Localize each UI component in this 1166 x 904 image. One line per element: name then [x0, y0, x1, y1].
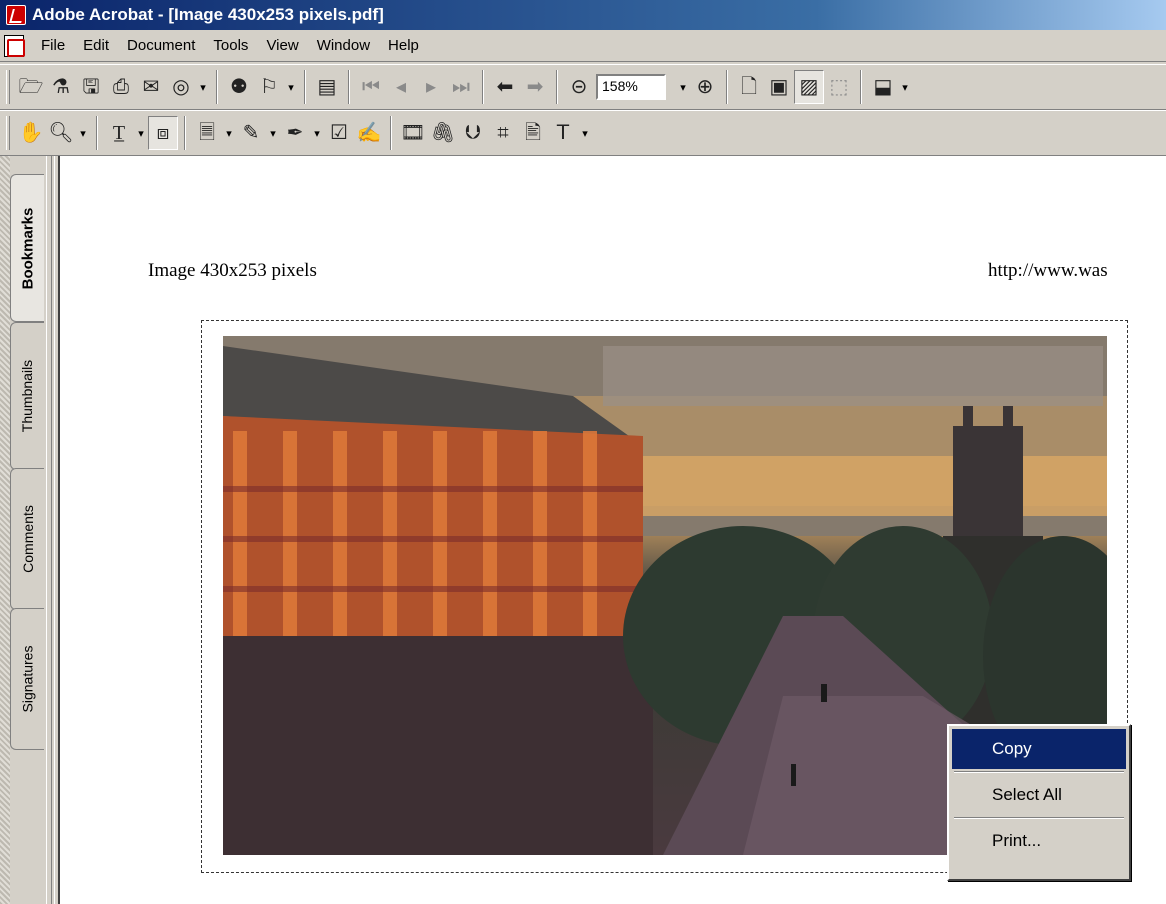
highlight-tool-dropdown-icon[interactable]: ▾	[310, 116, 324, 150]
sign-tool-icon[interactable]: ✍	[354, 116, 384, 150]
tab-bookmarks[interactable]: Bookmarks	[10, 174, 44, 322]
fit-visible-icon[interactable]: ⬚	[824, 70, 854, 104]
link-tool-icon[interactable]: 🖇	[428, 116, 458, 150]
context-menu: Copy Select All Print...	[947, 724, 1131, 881]
tab-label: Comments	[19, 505, 36, 573]
menu-file[interactable]: File	[32, 35, 74, 56]
go-forward-icon[interactable]: ➡	[520, 70, 550, 104]
rotate-view-icon[interactable]: ⬓	[868, 70, 898, 104]
context-menu-separator	[954, 771, 1124, 773]
first-page-icon[interactable]: ⏮	[356, 70, 386, 104]
text-select-dropdown-icon[interactable]: ▾	[134, 116, 148, 150]
form-tool-icon[interactable]: 🖹	[518, 116, 548, 150]
context-menu-select-all[interactable]: Select All	[952, 775, 1126, 815]
next-page-icon[interactable]: ▸	[416, 70, 446, 104]
pane-splitter[interactable]	[46, 156, 60, 904]
hand-tool-icon[interactable]: ✋	[16, 116, 46, 150]
menu-bar: File Edit Document Tools View Window Hel…	[0, 30, 1166, 62]
paper-capture-icon[interactable]: ◎	[166, 70, 196, 104]
actual-size-icon[interactable]: 🗋	[734, 70, 764, 104]
toolbar-grip[interactable]	[6, 116, 10, 150]
context-menu-separator	[954, 817, 1124, 819]
open-web-page-icon[interactable]: ⚗	[46, 70, 76, 104]
spell-check-icon[interactable]: ☑	[324, 116, 354, 150]
tools-toolbar: ✋ 🔍︎ ▾ T̲ ▾ ⧈ 🗏 ▾ ✎ ▾ ✒ ▾ ☑ ✍ 🎞 🖇 ⮋ ⌗ 🖹 …	[0, 110, 1166, 156]
printer-icon[interactable]: ⎙	[106, 70, 136, 104]
tab-label: Thumbnails	[19, 359, 36, 433]
note-tool-icon[interactable]: 🗏	[192, 116, 222, 150]
text-select-tool-icon[interactable]: T̲	[104, 116, 134, 150]
binoculars-icon[interactable]: ⚉	[224, 70, 254, 104]
acrobat-app-icon[interactable]	[6, 5, 26, 25]
article-tool-icon[interactable]: ⮋	[458, 116, 488, 150]
tab-thumbnails[interactable]: Thumbnails	[10, 322, 44, 470]
search-icon[interactable]: ⚐	[254, 70, 284, 104]
tab-comments[interactable]: Comments	[10, 468, 44, 610]
touchup-dropdown-icon[interactable]: ▾	[578, 116, 592, 150]
menu-edit[interactable]: Edit	[74, 35, 118, 56]
rotate-dropdown-icon[interactable]: ▾	[898, 70, 912, 104]
menu-document[interactable]: Document	[118, 35, 204, 56]
movie-tool-icon[interactable]: 🎞	[398, 116, 428, 150]
pane-strip	[0, 156, 10, 904]
menu-view[interactable]: View	[257, 35, 307, 56]
paper-capture-dropdown-icon[interactable]: ▾	[196, 70, 210, 104]
navigation-pane: Bookmarks Thumbnails Comments Signatures	[0, 156, 46, 904]
page-header-title: Image 430x253 pixels	[148, 260, 317, 281]
context-menu-print[interactable]: Print...	[952, 821, 1126, 861]
zoom-dropdown-icon[interactable]: ▾	[676, 70, 690, 104]
menu-help[interactable]: Help	[379, 35, 428, 56]
document-icon[interactable]	[4, 34, 25, 57]
last-page-icon[interactable]: ⏭	[446, 70, 476, 104]
email-icon[interactable]: ✉	[136, 70, 166, 104]
crop-tool-icon[interactable]: ⌗	[488, 116, 518, 150]
title-bar[interactable]: Adobe Acrobat - [Image 430x253 pixels.pd…	[0, 0, 1166, 30]
pencil-tool-dropdown-icon[interactable]: ▾	[266, 116, 280, 150]
file-toolbar: 🗁 ⚗ 🖫 ⎙ ✉ ◎ ▾ ⚉ ⚐ ▾ ▤ ⏮ ◂ ▸ ⏭ ⬅ ➡ ⊝ 158%…	[0, 64, 1166, 110]
zoom-tool-icon[interactable]: 🔍︎	[46, 116, 76, 150]
highlight-tool-icon[interactable]: ✒	[280, 116, 310, 150]
note-tool-dropdown-icon[interactable]: ▾	[222, 116, 236, 150]
page-header-url: http://www.was	[988, 260, 1108, 281]
zoom-level-input[interactable]: 158%	[596, 74, 666, 100]
graphics-select-tool-icon[interactable]: ⧈	[148, 116, 178, 150]
go-back-icon[interactable]: ⬅	[490, 70, 520, 104]
touchup-text-tool-icon[interactable]: 𝖳	[548, 116, 578, 150]
open-folder-icon[interactable]: 🗁	[16, 70, 46, 104]
show-hide-navigation-icon[interactable]: ▤	[312, 70, 342, 104]
zoom-in-icon[interactable]: ⊕	[690, 70, 720, 104]
fit-page-icon[interactable]: ▣	[764, 70, 794, 104]
tab-label: Signatures	[19, 645, 36, 713]
context-menu-copy[interactable]: Copy	[952, 729, 1126, 769]
previous-page-icon[interactable]: ◂	[386, 70, 416, 104]
toolbar-grip[interactable]	[6, 70, 10, 104]
pencil-tool-icon[interactable]: ✎	[236, 116, 266, 150]
tab-signatures[interactable]: Signatures	[10, 608, 44, 750]
zoom-out-icon[interactable]: ⊝	[564, 70, 594, 104]
fit-width-icon[interactable]: ▨	[794, 70, 824, 104]
save-icon[interactable]: 🖫	[76, 70, 106, 104]
zoom-tool-dropdown-icon[interactable]: ▾	[76, 116, 90, 150]
menu-tools[interactable]: Tools	[204, 35, 257, 56]
search-dropdown-icon[interactable]: ▾	[284, 70, 298, 104]
tab-label: Bookmarks	[19, 207, 37, 289]
menu-window[interactable]: Window	[308, 35, 379, 56]
window-title: Adobe Acrobat - [Image 430x253 pixels.pd…	[32, 5, 384, 24]
